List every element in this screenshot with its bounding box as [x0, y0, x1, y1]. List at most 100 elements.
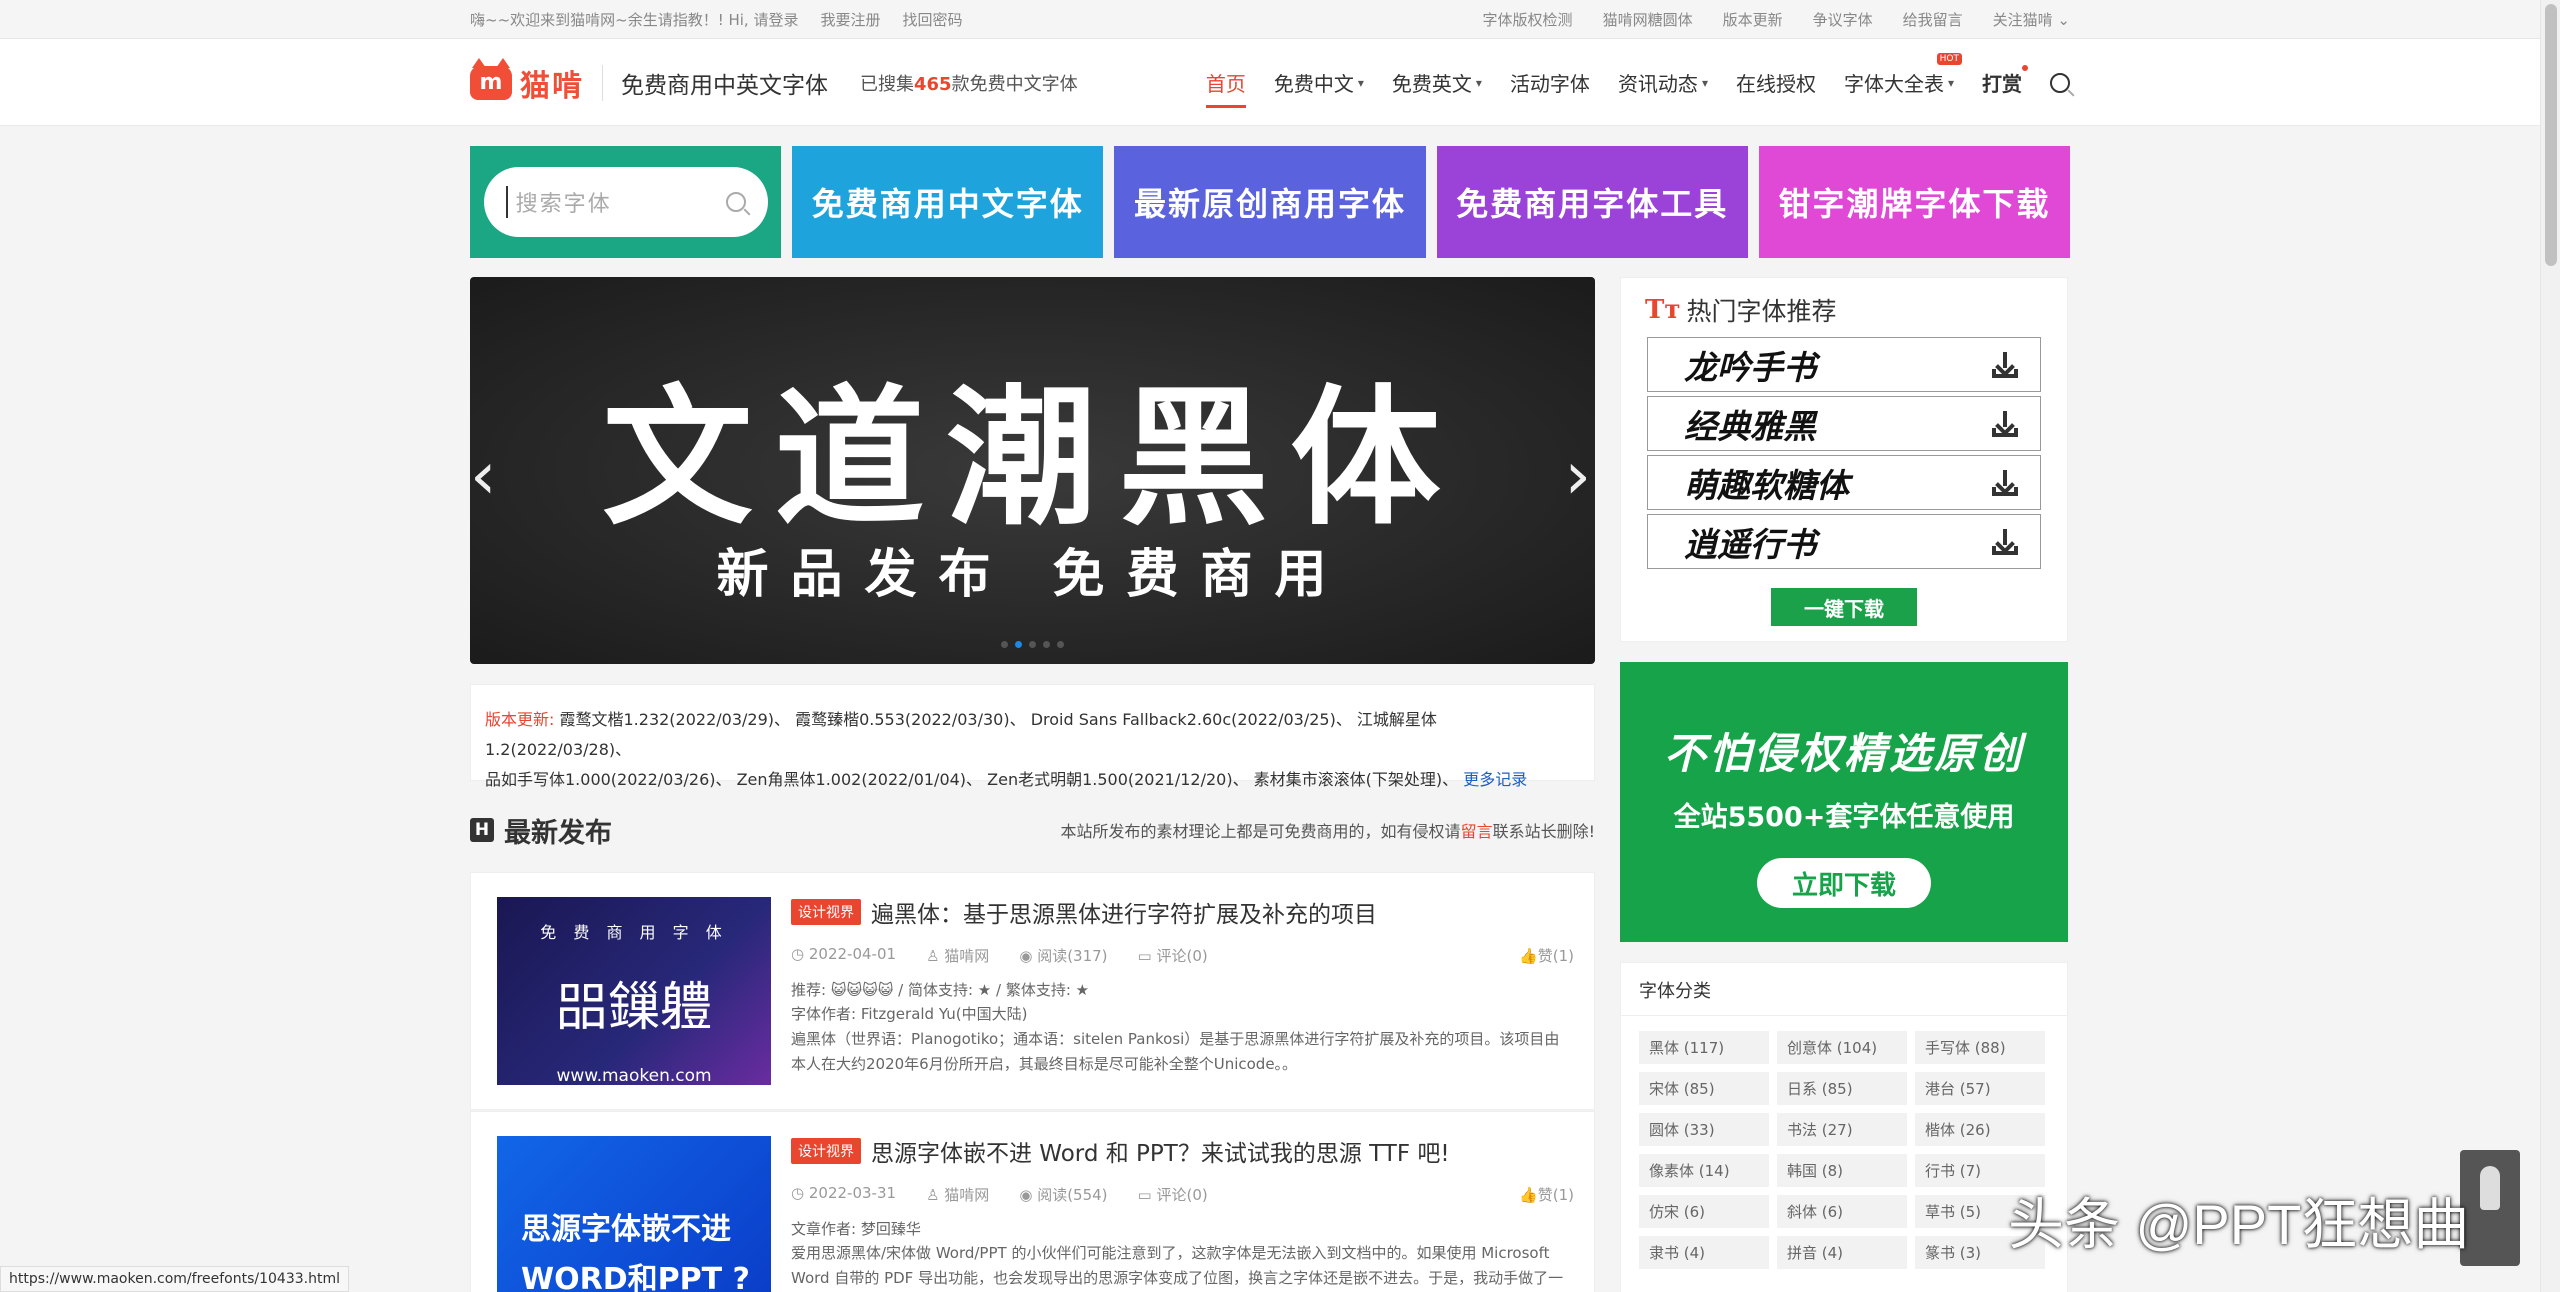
category-item[interactable]: 港台 (57) — [1915, 1072, 2045, 1105]
nav-activity-fonts[interactable]: 活动字体 — [1510, 39, 1590, 126]
slider-next-icon[interactable]: › — [1565, 437, 1591, 514]
heading-icon: H — [470, 818, 494, 842]
promo-subline: 全站5500+套字体任意使用 — [1673, 802, 2015, 833]
post-comments[interactable]: ▭ 评论(0) — [1138, 1184, 1208, 1205]
download-icon[interactable] — [1990, 409, 2020, 439]
search-icon[interactable] — [725, 192, 746, 212]
header-search-button[interactable] — [2050, 39, 2070, 126]
font-type-icon: Tт — [1645, 295, 1681, 325]
slider-prev-icon[interactable]: ‹ — [470, 437, 496, 514]
category-item[interactable]: 斜体 (6) — [1777, 1195, 1907, 1228]
post-like-button[interactable]: 👍赞(1) — [1519, 1184, 1574, 1205]
one-click-download-button[interactable]: 一键下载 — [1771, 588, 1917, 626]
category-item[interactable]: 书法 (27) — [1777, 1113, 1907, 1146]
post-author[interactable]: ♙ 猫啃网 — [926, 945, 989, 966]
clock-icon: ◷ — [791, 1184, 805, 1202]
slider-dot[interactable] — [1029, 641, 1036, 648]
category-item[interactable]: 黑体 (117) — [1639, 1031, 1769, 1064]
hot-font-item[interactable]: 经典雅黑 — [1647, 396, 2041, 451]
watermark-text: 头条 @PPT狂想曲 — [2008, 1193, 2470, 1256]
clock-icon: ◷ — [791, 945, 805, 963]
download-icon[interactable] — [1990, 527, 2020, 557]
slider-dot-active[interactable] — [1015, 641, 1022, 648]
message-link[interactable]: 留言 — [1461, 822, 1493, 841]
recover-password-link[interactable]: 找回密码 — [903, 9, 963, 30]
more-records-link[interactable]: 更多记录 — [1463, 770, 1527, 789]
post-thumbnail[interactable]: 思源字体嵌不进 WORD和PPT ? — [497, 1136, 771, 1292]
post-excerpt: 爱用思源黑体/宋体做 Word/PPT 的小伙伴们可能注意到了，这款字体是无法嵌… — [791, 1244, 1564, 1287]
register-link[interactable]: 我要注册 — [820, 9, 880, 30]
nav-online-license[interactable]: 在线授权 — [1736, 39, 1816, 126]
nav-free-english[interactable]: 免费英文 ▾ — [1392, 39, 1482, 126]
hot-font-item[interactable]: 逍遥行书 — [1647, 514, 2041, 569]
nav-news[interactable]: 资讯动态 ▾ — [1618, 39, 1708, 126]
site-logo[interactable]: m 猫啃 — [470, 57, 584, 105]
maoken-round-font-link[interactable]: 猫啃网糖圆体 — [1603, 9, 1693, 30]
promo-banner[interactable]: 不怕侵权精选原创 全站5500+套字体任意使用 立即下载 — [1620, 662, 2068, 942]
post-author[interactable]: ♙ 猫啃网 — [926, 1184, 989, 1205]
slider-dot[interactable] — [1057, 641, 1064, 648]
post-card: 思源字体嵌不进 WORD和PPT ? 设计视界 思源字体嵌不进 Word 和 P… — [470, 1111, 1595, 1292]
cat-logo-icon: m — [470, 57, 512, 100]
tile-font-tools[interactable]: 免费商用字体工具 — [1436, 146, 1748, 258]
slider-headline: 文道潮黑体 — [602, 372, 1463, 546]
font-search-input[interactable]: 搜索字体 — [483, 167, 768, 237]
disputed-fonts-link[interactable]: 争议字体 — [1813, 9, 1873, 30]
nav-home[interactable]: 首页 — [1205, 39, 1246, 126]
logo-text: 猫啃 — [520, 68, 584, 104]
thumbs-up-icon: 👍 — [1519, 947, 1538, 965]
updates-line-2[interactable]: 品如手写体1.000(2022/03/26)、 Zen角黑体1.002(2022… — [485, 770, 1458, 789]
categories-title: 字体分类 — [1639, 981, 1711, 1002]
category-item[interactable]: 手写体 (88) — [1915, 1031, 2045, 1064]
post-thumbnail[interactable]: 免 费 商 用 字 体 㗊鏁軆 www.maoken.com — [497, 897, 771, 1086]
post-date: ◷ 2022-03-31 — [791, 1184, 897, 1202]
nav-font-list[interactable]: 字体大全表 ▾ HOT — [1844, 39, 1962, 126]
download-icon[interactable] — [1990, 350, 2020, 380]
download-icon[interactable] — [1990, 468, 2020, 498]
welcome-login-link[interactable]: 嗨~~欢迎来到猫啃网~余生请指教！! Hi, 请登录 — [470, 9, 798, 30]
comment-icon: ▭ — [1137, 947, 1152, 965]
nav-reward[interactable]: 打赏 — [1982, 39, 2028, 126]
nav-free-chinese[interactable]: 免费中文 ▾ — [1274, 39, 1364, 126]
hero-slider[interactable]: 文道潮黑体 新品发布 免费商用 ‹ › — [470, 277, 1595, 664]
chevron-down-icon: ▾ — [1701, 75, 1708, 90]
post-author-line: 文章作者: 梦回臻华 — [791, 1220, 921, 1238]
category-item[interactable]: 创意体 (104) — [1777, 1031, 1907, 1064]
hot-font-item[interactable]: 萌趣软糖体 — [1647, 455, 2041, 510]
post-category-tag[interactable]: 设计视界 — [791, 899, 861, 925]
leave-message-link[interactable]: 给我留言 — [1903, 9, 1963, 30]
slider-dot[interactable] — [1043, 641, 1050, 648]
post-title[interactable]: 思源字体嵌不进 Word 和 PPT？来试试我的思源 TTF 吧! — [871, 1134, 1450, 1168]
search-icon — [2050, 72, 2070, 93]
category-item[interactable]: 像素体 (14) — [1639, 1154, 1769, 1187]
section-title: H 最新发布 — [470, 811, 612, 850]
copyright-check-link[interactable]: 字体版权检测 — [1483, 9, 1573, 30]
category-item[interactable]: 日系 (85) — [1777, 1072, 1907, 1105]
slider-dot[interactable] — [1001, 641, 1008, 648]
chevron-down-icon: ▾ — [1357, 75, 1364, 90]
hot-font-item[interactable]: 龙吟手书 — [1647, 337, 2041, 392]
post-category-tag[interactable]: 设计视界 — [791, 1138, 861, 1164]
scrollbar-thumb[interactable] — [2545, 4, 2557, 266]
chevron-down-icon: ▾ — [1947, 75, 1954, 90]
category-item[interactable]: 圆体 (33) — [1639, 1113, 1769, 1146]
promo-download-button[interactable]: 立即下载 — [1757, 858, 1931, 908]
post-like-button[interactable]: 👍赞(1) — [1519, 945, 1574, 966]
tile-free-chinese[interactable]: 免费商用中文字体 — [792, 146, 1104, 258]
version-update-link[interactable]: 版本更新 — [1723, 9, 1783, 30]
category-item[interactable]: 楷体 (26) — [1915, 1113, 2045, 1146]
follow-maoken-link[interactable]: 关注猫啃 ⌄ — [1993, 9, 2070, 30]
tile-trend-fonts[interactable]: 钳字潮牌字体下载 — [1758, 146, 2071, 258]
category-item[interactable]: 拼音 (4) — [1777, 1236, 1907, 1269]
thumbs-up-icon: 👍 — [1519, 1186, 1538, 1204]
updates-line-1[interactable]: 霞鹜文楷1.232(2022/03/29)、 霞鹜臻楷0.553(2022/03… — [485, 710, 1437, 759]
chevron-down-icon: ▾ — [1475, 75, 1482, 90]
category-item[interactable]: 隶书 (4) — [1639, 1236, 1769, 1269]
category-item[interactable]: 仿宋 (6) — [1639, 1195, 1769, 1228]
post-comments[interactable]: ▭ 评论(0) — [1138, 945, 1208, 966]
post-title[interactable]: 遍黑体：基于思源黑体进行字符扩展及补充的项目 — [871, 895, 1377, 929]
page-scrollbar[interactable] — [2540, 0, 2560, 1292]
category-item[interactable]: 宋体 (85) — [1639, 1072, 1769, 1105]
tile-latest-original[interactable]: 最新原创商用字体 — [1114, 146, 1426, 258]
category-item[interactable]: 韩国 (8) — [1777, 1154, 1907, 1187]
